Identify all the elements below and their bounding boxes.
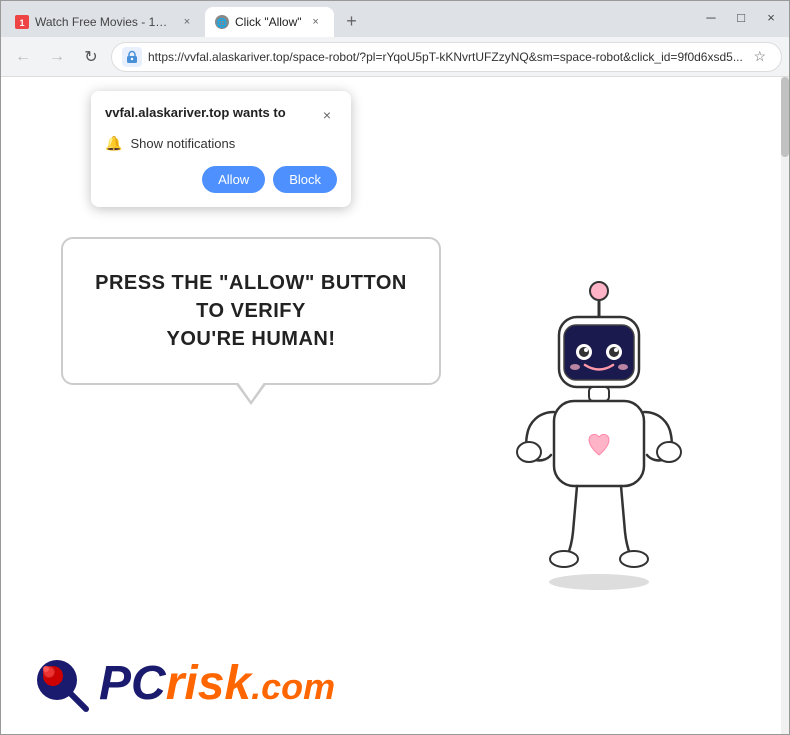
- secure-icon: [122, 47, 142, 67]
- back-button[interactable]: ←: [9, 43, 37, 71]
- popup-notification-row: 🔔 Show notifications: [105, 135, 337, 152]
- window-controls: ─ □ ×: [697, 5, 785, 29]
- tab2-close[interactable]: ×: [308, 14, 324, 30]
- minimize-button[interactable]: ─: [697, 5, 725, 29]
- tab-bar: 1 Watch Free Movies - 123movie... × 🌐 Cl…: [5, 1, 689, 37]
- speech-bubble-text: PRESS THE "ALLOW" BUTTON TO VERIFY YOU'R…: [93, 269, 409, 353]
- refresh-button[interactable]: ↻: [77, 43, 105, 71]
- pcrisk-text: PC risk .com: [99, 660, 335, 708]
- popup-notification-text: Show notifications: [130, 136, 235, 151]
- block-button[interactable]: Block: [273, 166, 337, 193]
- popup-close-button[interactable]: ×: [317, 105, 337, 125]
- url-text: https://vvfal.alaskariver.top/space-robo…: [148, 50, 743, 64]
- tab1-favicon: 1: [15, 15, 29, 29]
- browser-window: 1 Watch Free Movies - 123movie... × 🌐 Cl…: [0, 0, 790, 735]
- tab1-title: Watch Free Movies - 123movie...: [35, 15, 173, 29]
- speech-bubble-area: PRESS THE "ALLOW" BUTTON TO VERIFY YOU'R…: [61, 237, 441, 385]
- bookmark-icon[interactable]: ☆: [749, 46, 771, 68]
- close-button[interactable]: ×: [757, 5, 785, 29]
- tab1-close[interactable]: ×: [179, 14, 195, 30]
- tab-2[interactable]: 🌐 Click "Allow" ×: [205, 7, 334, 37]
- popup-title: vvfal.alaskariver.top wants to: [105, 105, 286, 120]
- allow-button[interactable]: Allow: [202, 166, 265, 193]
- tab2-title: Click "Allow": [235, 15, 302, 29]
- page-content: vvfal.alaskariver.top wants to × 🔔 Show …: [1, 77, 789, 734]
- toolbar: ← → ↻ https://vvfal.alaskariver.top/spac…: [1, 37, 789, 77]
- svg-text:1: 1: [19, 18, 24, 28]
- new-tab-button[interactable]: +: [338, 7, 366, 35]
- tab-1[interactable]: 1 Watch Free Movies - 123movie... ×: [5, 7, 205, 37]
- speech-bubble: PRESS THE "ALLOW" BUTTON TO VERIFY YOU'R…: [61, 237, 441, 385]
- pcrisk-com-text: .com: [251, 669, 335, 705]
- pcrisk-pc-text: PC: [99, 660, 166, 708]
- scrollbar[interactable]: [781, 77, 789, 734]
- address-icons: ☆: [749, 46, 771, 68]
- robot-character: [489, 277, 709, 597]
- titlebar: 1 Watch Free Movies - 123movie... × 🌐 Cl…: [1, 1, 789, 37]
- address-bar[interactable]: https://vvfal.alaskariver.top/space-robo…: [111, 42, 782, 72]
- svg-text:🌐: 🌐: [216, 17, 227, 28]
- tab2-favicon: 🌐: [215, 15, 229, 29]
- scrollbar-thumb[interactable]: [781, 77, 789, 157]
- pcrisk-magnifier-icon: [31, 654, 91, 714]
- pcrisk-risk-text: risk: [166, 660, 251, 708]
- bell-icon: 🔔: [105, 135, 122, 152]
- popup-header: vvfal.alaskariver.top wants to ×: [105, 105, 337, 125]
- popup-buttons: Allow Block: [105, 166, 337, 193]
- maximize-button[interactable]: □: [727, 5, 755, 29]
- notification-popup: vvfal.alaskariver.top wants to × 🔔 Show …: [91, 91, 351, 207]
- forward-button[interactable]: →: [43, 43, 71, 71]
- pcrisk-logo: PC risk .com: [31, 654, 335, 714]
